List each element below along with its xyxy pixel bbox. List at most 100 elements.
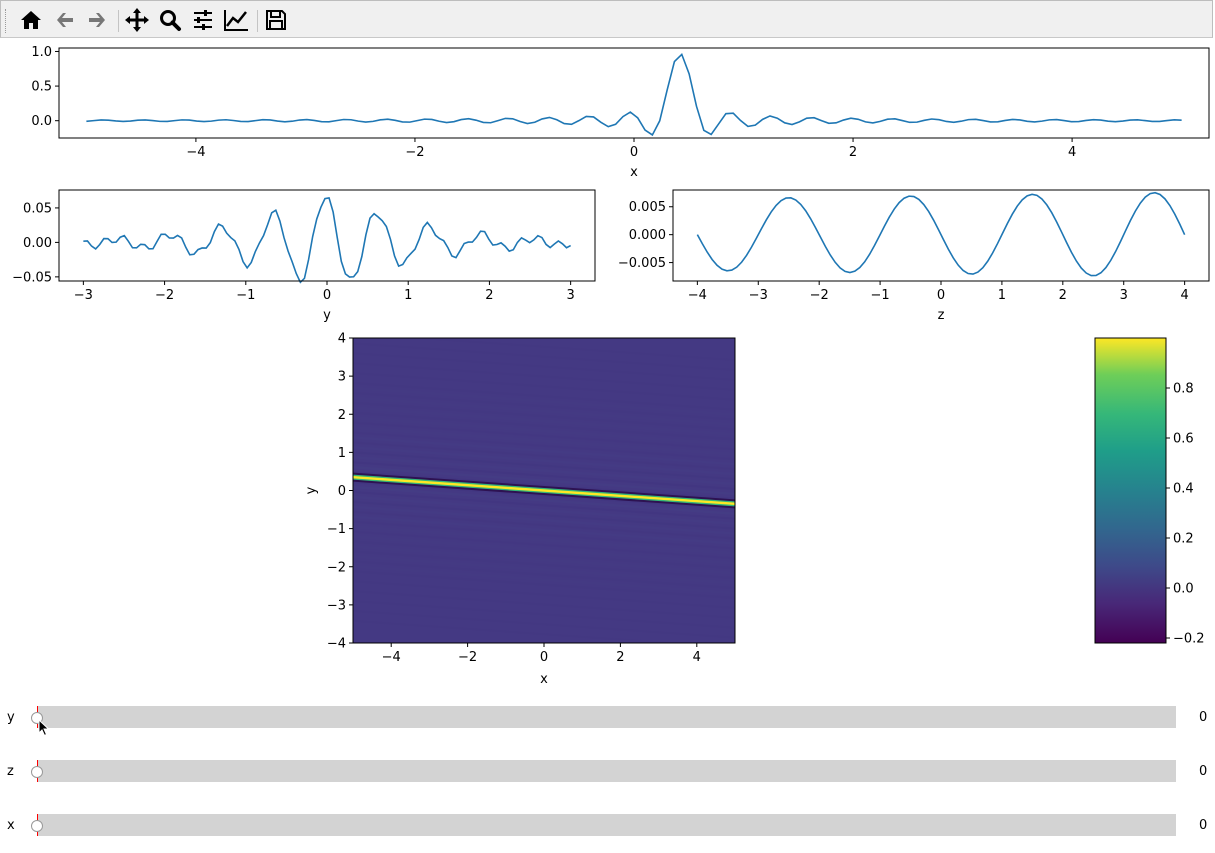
y-tick-label: 0.005 (629, 200, 666, 215)
save-floppy-icon (266, 10, 286, 30)
axes-frame (58, 189, 596, 282)
y-tick-label: 1.0 (31, 45, 52, 60)
y-tick-label: 0.5 (31, 80, 52, 95)
x-axis-label: x (630, 165, 638, 180)
navigation-toolbar (0, 0, 1213, 38)
slider-y-value: 0 (1199, 710, 1208, 725)
slider-x-track[interactable] (37, 814, 1176, 836)
figure-svg: −4 −2 0 2 40.00.51.0x −3 −2 −1 0 1 2 3−0.050.000.0… (12, 45, 1210, 687)
figure-canvas: −4 −2 0 2 4 0.0 0.5 1.0 x −3 −2 −1 0 1 2 3 −0.05 0.00 0.0… (0, 39, 1215, 853)
slider-x-label: x (7, 818, 15, 833)
home-icon (21, 11, 41, 29)
x-tick-label: −4 (382, 650, 401, 665)
x-tick-label: 1 (404, 288, 412, 303)
y-axis-label: y (304, 486, 319, 494)
z-line-plot: −4 −3 −2 −1 0 1 2 3 4 −0.005 0.000 0.005 z (618, 189, 1210, 323)
colorbar-tick-label: 0.4 (1173, 482, 1194, 497)
y-tick-label: 4 (338, 332, 346, 347)
edit-axis-button[interactable] (222, 6, 250, 34)
x-tick-label: 4 (693, 650, 701, 665)
y-tick-label: 0.00 (23, 236, 52, 251)
data-line (83, 197, 572, 284)
x-tick-label: 3 (566, 288, 574, 303)
y-tick-label: −2 (327, 560, 346, 575)
x-tick-label: 0 (937, 288, 945, 303)
data-line (86, 52, 1182, 137)
y-line-plot: −3 −2 −1 0 1 2 3 −0.05 0.00 0.05 y (12, 189, 596, 323)
save-button[interactable] (262, 6, 290, 34)
pan-move-icon (125, 8, 149, 32)
x-tick-label: 0 (323, 288, 331, 303)
toolbar-grip[interactable] (5, 9, 9, 33)
x-tick-label: 2 (616, 650, 624, 665)
y-tick-label: −0.005 (618, 256, 666, 271)
y-tick-label: −1 (327, 522, 346, 537)
x-tick-label: −2 (810, 288, 829, 303)
xy-heatmap-plot: −4 −2 0 2 4 −4 −3 −2 −1 0 1 2 3 4 x y (304, 332, 736, 687)
data-line (696, 191, 1186, 277)
x-tick-label: −2 (405, 145, 424, 160)
colorbar: −0.2 0.0 0.2 0.4 0.6 0.8 (1094, 337, 1205, 647)
slider-z-label: z (7, 764, 14, 779)
slider-y-track[interactable] (37, 706, 1176, 728)
x-tick-label: −2 (458, 650, 477, 665)
forward-arrow-icon (89, 13, 105, 27)
x-tick-label: 1 (998, 288, 1006, 303)
x-tick-label: 4 (1180, 288, 1188, 303)
y-tick-label: 2 (338, 408, 346, 423)
slider-z-value: 0 (1199, 764, 1208, 779)
top-line-plot: −4 −2 0 2 4 0.0 0.5 1.0 x (31, 45, 1210, 180)
x-tick-label: −4 (186, 145, 205, 160)
x-tick-label: −3 (74, 288, 93, 303)
y-tick-label: −0.05 (12, 270, 52, 285)
colorbar-tick-label: −0.2 (1173, 632, 1205, 647)
toolbar-separator (118, 10, 119, 32)
y-tick-label: −3 (327, 598, 346, 613)
configure-subplots-button[interactable] (189, 6, 217, 34)
y-tick-label: 0.0 (31, 114, 52, 129)
x-tick-label: −3 (749, 288, 768, 303)
colorbar-tick-label: 0.0 (1173, 582, 1194, 597)
x-tick-label: −1 (871, 288, 890, 303)
x-tick-label: 3 (1120, 288, 1128, 303)
slider-z-track[interactable] (37, 760, 1176, 782)
x-tick-label: 0 (540, 650, 548, 665)
y-tick-label: −4 (327, 637, 346, 652)
slider-z-handle[interactable] (31, 766, 43, 778)
y-tick-label: 1 (338, 446, 346, 461)
forward-button[interactable] (83, 6, 111, 34)
x-tick-label: 4 (1068, 145, 1076, 160)
y-tick-label: 0.000 (629, 228, 666, 243)
zoom-magnifier-icon (160, 10, 181, 31)
colorbar-gradient (1095, 338, 1166, 643)
axes-frame (58, 47, 1210, 139)
x-tick-label: −2 (155, 288, 174, 303)
x-axis-label: x (540, 672, 548, 687)
back-button[interactable] (51, 6, 79, 34)
x-tick-label: 0 (630, 145, 638, 160)
colorbar-tick-label: 0.8 (1173, 382, 1194, 397)
y-tick-label: 3 (338, 370, 346, 385)
x-tick-label: 2 (1059, 288, 1067, 303)
configure-subplots-icon (194, 10, 212, 30)
x-tick-label: 2 (849, 145, 857, 160)
y-tick-label: 0 (338, 484, 346, 499)
back-arrow-icon (57, 13, 73, 27)
colorbar-tick-label: 0.2 (1173, 532, 1194, 547)
toolbar-separator (257, 10, 258, 32)
x-axis-label: y (323, 308, 331, 323)
edit-axis-icon (224, 10, 248, 31)
y-tick-label: 0.05 (23, 201, 52, 216)
slider-x-handle[interactable] (31, 820, 43, 832)
slider-x-value: 0 (1199, 818, 1208, 833)
slider-y-label: y (7, 710, 15, 725)
x-tick-label: 2 (485, 288, 493, 303)
pan-button[interactable] (123, 6, 151, 34)
colorbar-tick-label: 0.6 (1173, 432, 1194, 447)
x-axis-label: z (938, 308, 945, 323)
home-button[interactable] (17, 6, 45, 34)
x-tick-label: −1 (236, 288, 255, 303)
zoom-button[interactable] (156, 6, 184, 34)
x-tick-label: −4 (688, 288, 707, 303)
mouse-cursor-icon (38, 719, 50, 737)
